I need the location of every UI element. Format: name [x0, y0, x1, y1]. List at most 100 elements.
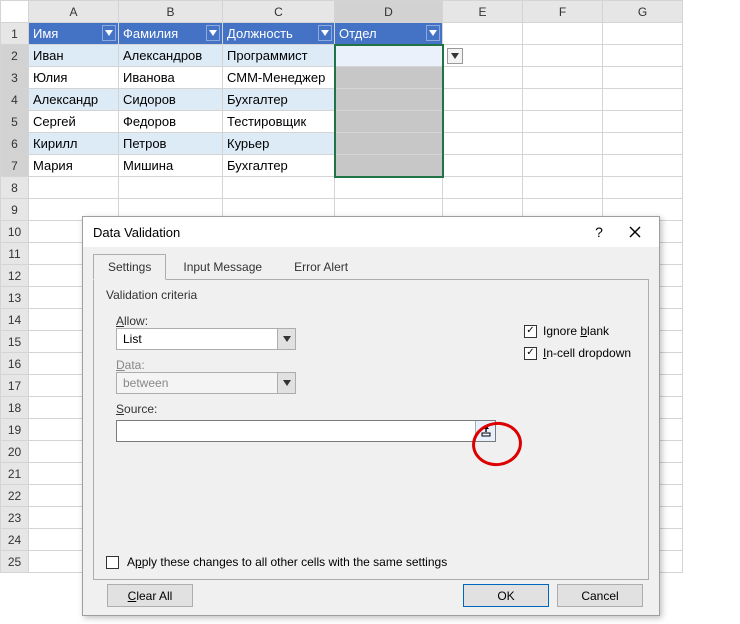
cancel-button[interactable]: Cancel [557, 584, 643, 607]
checkbox-label: In-cell dropdown [543, 346, 631, 360]
filter-dropdown-icon[interactable] [318, 25, 332, 41]
allow-label: Allow: [116, 314, 496, 328]
row-header[interactable]: 12 [1, 265, 29, 287]
row-header[interactable]: 6 [1, 133, 29, 155]
table-header-cell[interactable]: Фамилия [119, 23, 223, 45]
validation-criteria-label: Validation criteria [106, 288, 636, 302]
cell-selected[interactable] [335, 67, 443, 89]
tab-error-alert[interactable]: Error Alert [279, 254, 363, 280]
row-header[interactable]: 1 [1, 23, 29, 45]
row-header[interactable]: 13 [1, 287, 29, 309]
cell-selected[interactable] [335, 155, 443, 177]
filter-dropdown-icon[interactable] [426, 25, 440, 41]
header-label: Отдел [339, 26, 377, 41]
cell[interactable]: Мишина [119, 155, 223, 177]
dialog-titlebar[interactable]: Data Validation ? [83, 217, 659, 247]
row-header[interactable]: 25 [1, 551, 29, 573]
filter-dropdown-icon[interactable] [102, 25, 116, 41]
source-label: Source: [116, 402, 496, 416]
allow-value: List [117, 332, 277, 346]
row-header[interactable]: 8 [1, 177, 29, 199]
tab-settings[interactable]: Settings [93, 254, 166, 280]
cell[interactable]: Иван [29, 45, 119, 67]
cell-selected-active[interactable] [335, 45, 443, 67]
cell[interactable]: Мария [29, 155, 119, 177]
help-button[interactable]: ? [581, 219, 617, 245]
checkbox-box: ✓ [524, 347, 537, 360]
cell[interactable]: Федоров [119, 111, 223, 133]
checkbox-box [106, 556, 119, 569]
col-header-g[interactable]: G [603, 1, 683, 23]
range-selector-button[interactable] [475, 421, 495, 441]
cell[interactable]: Кирилл [29, 133, 119, 155]
cell-selected[interactable] [335, 89, 443, 111]
row-header[interactable]: 14 [1, 309, 29, 331]
row-header[interactable]: 19 [1, 419, 29, 441]
col-header-d[interactable]: D [335, 1, 443, 23]
table-header-cell[interactable]: Имя [29, 23, 119, 45]
cell[interactable]: Александр [29, 89, 119, 111]
row-header[interactable]: 9 [1, 199, 29, 221]
ignore-blank-checkbox[interactable]: ✓ Ignore blank [524, 324, 631, 338]
apply-same-settings-checkbox[interactable]: Apply these changes to all other cells w… [106, 555, 447, 569]
cell[interactable]: Сергей [29, 111, 119, 133]
row-header[interactable]: 17 [1, 375, 29, 397]
row-header[interactable]: 15 [1, 331, 29, 353]
checkbox-label: Ignore blank [543, 324, 609, 338]
dialog-button-row: Clear All OK Cancel [83, 584, 659, 607]
header-label: Имя [33, 26, 58, 41]
table-header-cell[interactable]: Отдел [335, 23, 443, 45]
cell-selected[interactable] [335, 133, 443, 155]
cell[interactable]: Бухгалтер [223, 89, 335, 111]
select-all-corner[interactable] [1, 1, 29, 23]
filter-dropdown-icon[interactable] [206, 25, 220, 41]
row-header[interactable]: 3 [1, 67, 29, 89]
cell[interactable]: Юлия [29, 67, 119, 89]
col-header-a[interactable]: A [29, 1, 119, 23]
chevron-down-icon [277, 329, 295, 349]
tab-input-message[interactable]: Input Message [168, 254, 277, 280]
cell[interactable]: Сидоров [119, 89, 223, 111]
close-button[interactable] [617, 219, 653, 245]
col-header-c[interactable]: C [223, 1, 335, 23]
row-header[interactable]: 18 [1, 397, 29, 419]
row-header[interactable]: 10 [1, 221, 29, 243]
row-header[interactable]: 23 [1, 507, 29, 529]
row-header[interactable]: 22 [1, 485, 29, 507]
ok-button[interactable]: OK [463, 584, 549, 607]
table-header-cell[interactable]: Должность [223, 23, 335, 45]
incell-dropdown-checkbox[interactable]: ✓ In-cell dropdown [524, 346, 631, 360]
cell[interactable]: Тестировщик [223, 111, 335, 133]
row-header[interactable]: 16 [1, 353, 29, 375]
cell[interactable]: Бухгалтер [223, 155, 335, 177]
col-header-e[interactable]: E [443, 1, 523, 23]
dialog-title: Data Validation [93, 225, 581, 240]
cell[interactable]: Программист [223, 45, 335, 67]
col-header-b[interactable]: B [119, 1, 223, 23]
row-header[interactable]: 4 [1, 89, 29, 111]
clear-all-button[interactable]: Clear All [107, 584, 193, 607]
source-input-wrapper [116, 420, 496, 442]
settings-panel: Validation criteria Allow: List Data: be… [93, 280, 649, 580]
allow-combobox[interactable]: List [116, 328, 296, 350]
dialog-tabs: Settings Input Message Error Alert [93, 253, 649, 280]
cell[interactable]: СММ-Менеджер [223, 67, 335, 89]
row-header[interactable]: 5 [1, 111, 29, 133]
cell[interactable]: Иванова [119, 67, 223, 89]
cell[interactable]: Курьер [223, 133, 335, 155]
row-header[interactable]: 11 [1, 243, 29, 265]
row-header[interactable]: 24 [1, 529, 29, 551]
cell[interactable]: Александров [119, 45, 223, 67]
row-header[interactable]: 2 [1, 45, 29, 67]
in-cell-dropdown-button[interactable] [447, 48, 463, 64]
checkbox-box: ✓ [524, 325, 537, 338]
cell-selected[interactable] [335, 111, 443, 133]
row-header[interactable]: 21 [1, 463, 29, 485]
data-combobox: between [116, 372, 296, 394]
close-icon [629, 226, 641, 238]
row-header[interactable]: 7 [1, 155, 29, 177]
source-input[interactable] [117, 421, 475, 441]
col-header-f[interactable]: F [523, 1, 603, 23]
row-header[interactable]: 20 [1, 441, 29, 463]
cell[interactable]: Петров [119, 133, 223, 155]
